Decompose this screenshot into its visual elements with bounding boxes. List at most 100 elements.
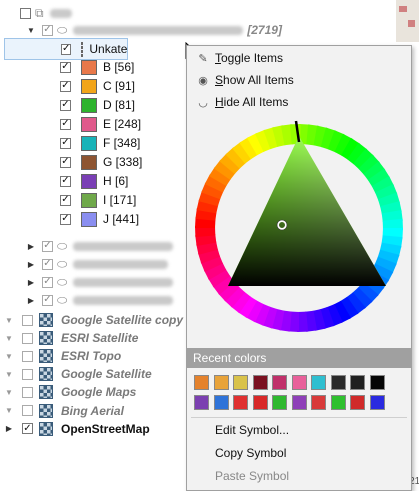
category-item[interactable]: ✓ E [248] [4, 114, 141, 134]
category-checkbox[interactable]: ✓ [60, 156, 71, 168]
recent-color-swatch[interactable] [311, 395, 326, 410]
expand-down-icon[interactable]: ▼ [4, 315, 14, 325]
root-checkbox[interactable] [20, 7, 31, 19]
basemap-layer-row[interactable]: ▼ Google Satellite copy [4, 310, 183, 330]
category-checkbox[interactable]: ✓ [60, 213, 71, 225]
menu-show-all[interactable]: ◉ Show All Items [187, 69, 411, 91]
category-color-swatch[interactable] [81, 154, 97, 170]
layer-checkbox[interactable]: ✓ [22, 423, 33, 435]
layer-checkbox[interactable] [22, 386, 33, 398]
recent-color-swatch[interactable] [369, 375, 385, 390]
layer-checkbox[interactable]: ✓ [42, 24, 53, 36]
expand-down-icon[interactable]: ▼ [26, 25, 36, 35]
expand-down-icon[interactable]: ▼ [4, 333, 14, 343]
category-checkbox[interactable]: ✓ [60, 61, 71, 73]
expand-right-icon[interactable]: ▶ [26, 241, 36, 251]
layer-checkbox[interactable] [22, 314, 33, 326]
expand-down-icon[interactable]: ▼ [4, 351, 14, 361]
expand-right-icon[interactable]: ▶ [26, 295, 36, 305]
menu-paste-symbol[interactable]: Paste Symbol [187, 465, 411, 487]
category-color-swatch[interactable] [81, 41, 84, 57]
layer-checkbox[interactable] [22, 368, 33, 380]
category-item[interactable]: ✓ B [56] [4, 57, 134, 77]
basemap-layer-row[interactable]: ▼ Google Maps [4, 382, 136, 402]
basemap-layer-row[interactable]: ▼ ESRI Topo [4, 346, 121, 366]
tree-row-blurred-4[interactable]: ▶ ✓ ⬭ [4, 290, 174, 310]
category-color-swatch[interactable] [81, 116, 97, 132]
menu-copy-symbol[interactable]: Copy Symbol [187, 442, 411, 464]
category-checkbox[interactable]: ✓ [60, 118, 71, 130]
category-color-swatch[interactable] [81, 211, 97, 227]
blurred-layer-name [73, 277, 174, 287]
recent-color-swatch[interactable] [252, 395, 268, 410]
expand-down-icon[interactable]: ▼ [4, 406, 14, 416]
layer-checkbox[interactable] [22, 332, 33, 344]
layer-checkbox[interactable]: ✓ [42, 258, 53, 270]
recent-color-swatch[interactable] [213, 375, 229, 390]
category-checkbox[interactable]: ✓ [60, 99, 71, 111]
menu-hide-all[interactable]: ◡ Hide All Items [187, 91, 411, 113]
recent-color-swatch[interactable] [330, 375, 346, 390]
layer-checkbox[interactable] [22, 405, 33, 416]
tree-row-blurred-1[interactable]: ▶ ✓ ⬭ [4, 236, 174, 256]
basemap-layer-row[interactable]: ▼ Google Satellite [4, 364, 152, 384]
category-color-swatch[interactable] [81, 173, 97, 189]
expand-right-icon[interactable]: ▶ [4, 424, 14, 434]
color-wheel-graphic[interactable] [193, 118, 405, 338]
category-color-swatch[interactable] [81, 135, 97, 151]
recent-color-swatch[interactable] [291, 375, 307, 390]
basemap-layer-row[interactable]: ▶ ✓ OpenStreetMap [4, 419, 150, 439]
category-item[interactable]: ✓ F [348] [4, 133, 140, 153]
category-checkbox[interactable]: ✓ [61, 43, 72, 55]
raster-tile-icon [39, 421, 53, 436]
layer-checkbox[interactable]: ✓ [42, 240, 53, 252]
basemap-layer-row[interactable]: ▼ Bing Aerial [4, 401, 124, 421]
category-item[interactable]: ✓ G [338] [4, 152, 142, 172]
tree-row-blurred-2[interactable]: ▶ ✓ ⬭ [4, 254, 169, 274]
color-wheel[interactable] [193, 118, 405, 338]
recent-color-swatch[interactable] [194, 395, 209, 410]
category-color-swatch[interactable] [81, 97, 97, 113]
recent-color-swatch[interactable] [330, 395, 346, 410]
recent-color-swatch[interactable] [194, 375, 209, 390]
recent-color-swatch[interactable] [291, 395, 307, 410]
category-checkbox[interactable]: ✓ [60, 137, 71, 149]
menu-edit-symbol[interactable]: Edit Symbol... [187, 419, 411, 441]
layer-checkbox[interactable]: ✓ [42, 276, 53, 288]
category-color-swatch[interactable] [81, 192, 97, 208]
expand-right-icon[interactable]: ▶ [26, 259, 36, 269]
raster-tile-icon [39, 349, 53, 364]
basemap-layer-row[interactable]: ▼ ESRI Satellite [4, 328, 138, 348]
menu-toggle-items[interactable]: ✎ Toggle Items [187, 47, 411, 69]
recent-color-swatch[interactable] [369, 395, 385, 410]
category-checkbox[interactable]: ✓ [60, 194, 71, 206]
recent-color-swatch[interactable] [272, 395, 287, 410]
recent-color-swatch[interactable] [213, 395, 229, 410]
category-label: D [81] [103, 98, 136, 112]
expand-down-icon[interactable]: ▼ [4, 387, 14, 397]
category-item[interactable]: ✓ J [441] [4, 209, 139, 229]
category-item[interactable]: ✓ D [81] [4, 95, 135, 115]
blurred-layer-name [73, 295, 174, 305]
category-checkbox[interactable]: ✓ [60, 175, 71, 187]
recent-color-swatch[interactable] [272, 375, 287, 390]
tree-row-blurred-3[interactable]: ▶ ✓ ⬭ [4, 272, 174, 292]
category-color-swatch[interactable] [81, 59, 97, 75]
recent-color-swatch[interactable] [252, 375, 268, 390]
category-item[interactable]: ✓ C [91] [4, 76, 135, 96]
layer-checkbox[interactable]: ✓ [42, 294, 53, 306]
expand-down-icon[interactable]: ▼ [4, 369, 14, 379]
category-color-swatch[interactable] [81, 78, 97, 94]
layer-name: ESRI Topo [61, 349, 122, 364]
recent-color-swatch[interactable] [350, 375, 365, 390]
layer-checkbox[interactable] [22, 350, 33, 362]
category-item[interactable]: ✓ H [6] [4, 171, 128, 191]
category-checkbox[interactable]: ✓ [60, 80, 71, 92]
recent-color-swatch[interactable] [350, 395, 365, 410]
category-item[interactable]: ✓ I [171] [4, 190, 136, 210]
recent-color-swatch[interactable] [233, 395, 248, 410]
expand-right-icon[interactable]: ▶ [26, 277, 36, 287]
tree-row-category-layer[interactable]: ▼ ✓ ⬭ [2719] [4, 20, 282, 40]
recent-color-swatch[interactable] [311, 375, 326, 390]
recent-color-swatch[interactable] [233, 375, 248, 390]
